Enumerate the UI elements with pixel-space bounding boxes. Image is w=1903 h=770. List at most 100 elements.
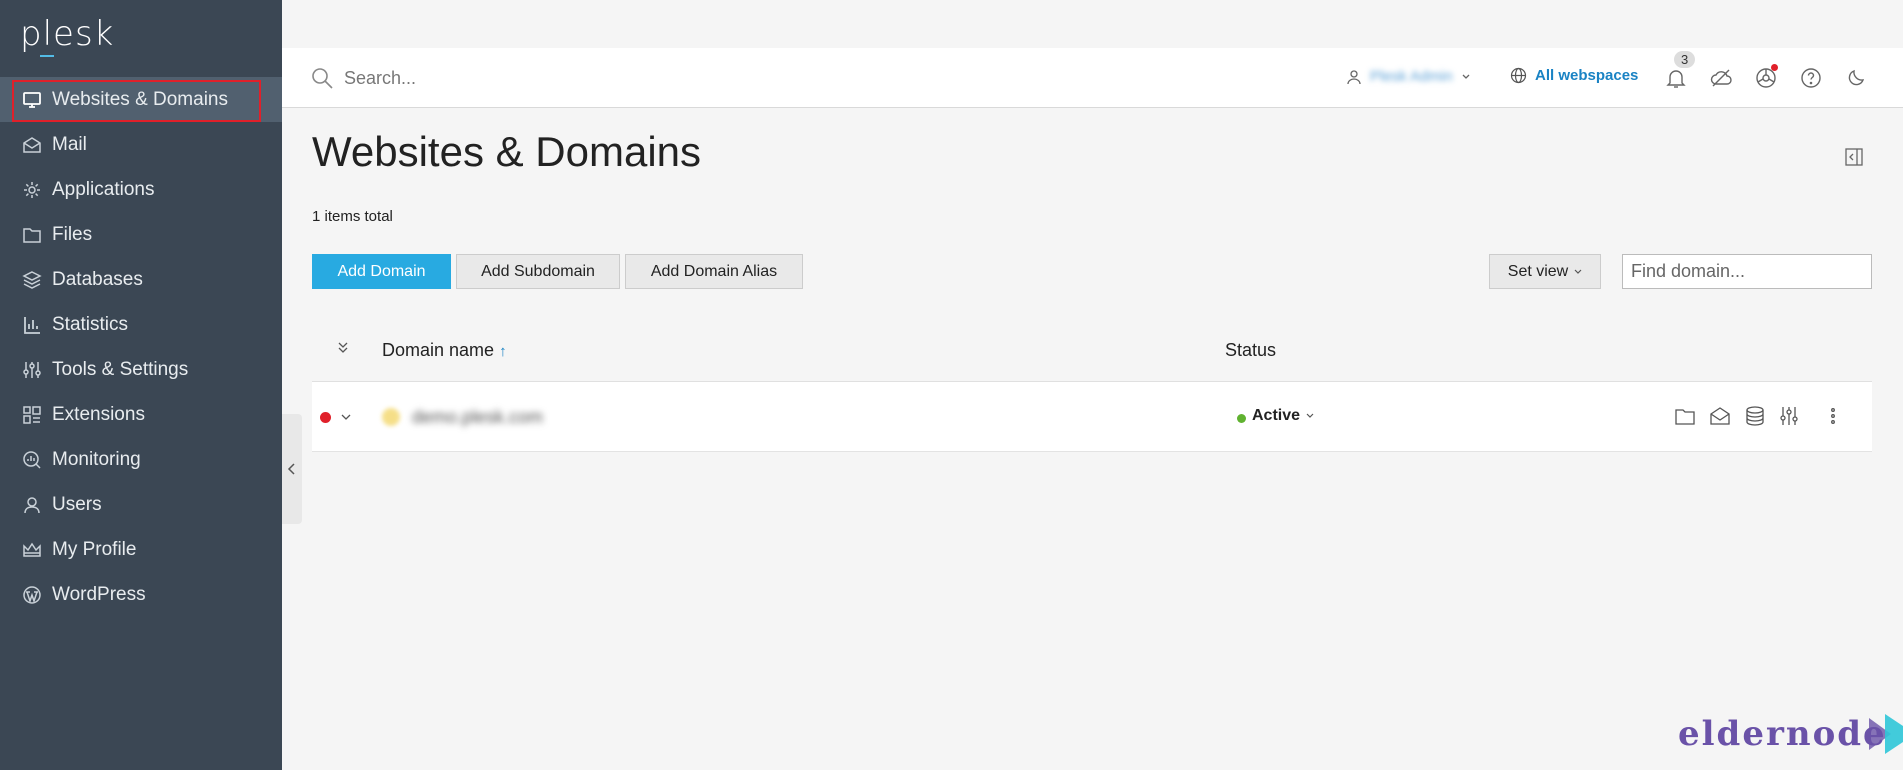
sidebar-item-tools-settings[interactable]: Tools & Settings bbox=[0, 347, 282, 392]
sidebar-item-my-profile[interactable]: My Profile bbox=[0, 527, 282, 572]
domain-favicon bbox=[382, 408, 400, 426]
sidebar-item-monitoring[interactable]: Monitoring bbox=[0, 437, 282, 482]
layers-icon bbox=[22, 270, 42, 289]
user-name: Plesk Admin bbox=[1370, 68, 1453, 85]
double-chevron-down-icon bbox=[338, 342, 348, 353]
webspaces-label: All webspaces bbox=[1535, 67, 1639, 84]
domain-status-label: Active bbox=[1252, 407, 1301, 424]
status-column-header: Status bbox=[1225, 340, 1277, 360]
gear-icon bbox=[24, 181, 40, 198]
items-total-count: 1 items total bbox=[312, 208, 393, 225]
globe-icon bbox=[1510, 67, 1527, 84]
settings-button[interactable] bbox=[1778, 405, 1802, 429]
sidebar-item-label: Databases bbox=[52, 268, 143, 290]
domain-name-link[interactable]: demo.plesk.com bbox=[412, 407, 543, 428]
database-icon bbox=[1746, 406, 1764, 426]
sidebar-item-label: Monitoring bbox=[52, 448, 141, 470]
envelope-icon bbox=[1710, 407, 1730, 425]
sidebar-item-label: Mail bbox=[52, 133, 87, 155]
global-search bbox=[310, 66, 644, 90]
add-subdomain-button[interactable]: Add Subdomain bbox=[456, 254, 620, 289]
plesk-logo[interactable]: plesk bbox=[20, 14, 114, 54]
more-actions-button[interactable] bbox=[1822, 405, 1846, 429]
add-domain-button[interactable]: Add Domain bbox=[312, 254, 451, 289]
table-header: Domain name ↑ Status bbox=[312, 316, 1872, 382]
set-view-label: Set view bbox=[1507, 262, 1569, 280]
search-input[interactable] bbox=[344, 67, 644, 89]
cloud-off-icon bbox=[1710, 69, 1732, 87]
wordpress-icon bbox=[23, 585, 41, 604]
sidebar-item-label: Applications bbox=[52, 178, 155, 200]
sidebar-item-label: My Profile bbox=[52, 538, 137, 560]
sidebar-item-files[interactable]: Files bbox=[0, 212, 282, 257]
webspaces-selector[interactable]: All webspaces bbox=[1510, 67, 1638, 84]
eldernode-watermark: eldernode bbox=[1678, 712, 1903, 756]
sidebar-item-users[interactable]: Users bbox=[0, 482, 282, 527]
find-domain-field bbox=[1622, 254, 1872, 289]
expand-all-button[interactable] bbox=[337, 340, 349, 359]
envelope-icon bbox=[23, 136, 41, 153]
sliders-icon bbox=[1780, 407, 1798, 425]
crown-icon bbox=[23, 542, 41, 557]
chevron-left-icon bbox=[287, 463, 295, 475]
find-domain-input[interactable] bbox=[1631, 261, 1863, 282]
theme-toggle-button[interactable] bbox=[1844, 66, 1868, 90]
user-menu[interactable]: Plesk Admin bbox=[1346, 68, 1471, 85]
sort-ascending-icon: ↑ bbox=[499, 343, 507, 360]
advisor-alert-dot bbox=[1771, 64, 1778, 71]
sidebar-item-label: Tools & Settings bbox=[52, 358, 189, 380]
cloud-button[interactable] bbox=[1709, 66, 1733, 90]
domain-status-indicator bbox=[320, 412, 331, 423]
notifications-button[interactable] bbox=[1664, 66, 1688, 90]
sidebar-item-label: Statistics bbox=[52, 313, 129, 335]
sidebar-item-applications[interactable]: Applications bbox=[0, 167, 282, 212]
folder-icon bbox=[23, 227, 41, 243]
domain-status-dropdown[interactable]: Active bbox=[1252, 407, 1314, 425]
bell-icon bbox=[1666, 70, 1686, 88]
sidebar-item-label: Websites & Domains bbox=[52, 88, 228, 110]
help-button[interactable] bbox=[1799, 66, 1823, 90]
folder-icon bbox=[1675, 409, 1695, 425]
sidebar-item-wordpress[interactable]: WordPress bbox=[0, 572, 282, 617]
chevron-down-icon bbox=[1306, 413, 1314, 418]
sidebar-item-mail[interactable]: Mail bbox=[0, 122, 282, 167]
user-icon bbox=[24, 496, 40, 513]
add-domain-alias-button[interactable]: Add Domain Alias bbox=[625, 254, 803, 289]
monitoring-icon bbox=[23, 450, 41, 469]
mail-button[interactable] bbox=[1709, 405, 1733, 429]
sidebar-item-label: WordPress bbox=[52, 583, 146, 605]
domain-name-column-label: Domain name bbox=[382, 340, 495, 360]
sidebar-item-websites-domains[interactable]: Websites & Domains bbox=[0, 77, 282, 122]
kebab-menu-icon bbox=[1831, 408, 1835, 424]
domain-name-column-header[interactable]: Domain name ↑ bbox=[382, 340, 507, 361]
file-manager-button[interactable] bbox=[1674, 405, 1698, 429]
chevron-down-icon bbox=[341, 414, 351, 420]
table-row: demo.plesk.com Active bbox=[312, 382, 1872, 452]
sidebar-item-label: Users bbox=[52, 493, 102, 515]
sidebar-item-statistics[interactable]: Statistics bbox=[0, 302, 282, 347]
sidebar: plesk Websites & Domains Mail Applicatio… bbox=[0, 0, 282, 770]
expand-row-button[interactable] bbox=[340, 409, 352, 427]
active-status-dot bbox=[1237, 414, 1246, 423]
chevron-down-icon bbox=[1574, 269, 1582, 274]
moon-icon bbox=[1848, 69, 1865, 86]
page-title: Websites & Domains bbox=[312, 128, 702, 175]
extensions-icon bbox=[23, 405, 41, 424]
bar-chart-icon bbox=[24, 316, 40, 334]
sidebar-item-extensions[interactable]: Extensions bbox=[0, 392, 282, 437]
sidebar-nav: Websites & Domains Mail Applications Fil… bbox=[0, 77, 282, 617]
sidebar-item-databases[interactable]: Databases bbox=[0, 257, 282, 302]
set-view-dropdown[interactable]: Set view bbox=[1489, 254, 1601, 289]
toggle-side-panel-button[interactable] bbox=[1845, 148, 1863, 171]
sidebar-collapse-button[interactable] bbox=[282, 414, 302, 524]
sliders-icon bbox=[23, 361, 41, 378]
help-icon bbox=[1801, 68, 1821, 88]
panel-collapse-icon bbox=[1845, 148, 1863, 166]
notification-count-badge: 3 bbox=[1674, 51, 1696, 68]
databases-button[interactable] bbox=[1744, 405, 1768, 429]
search-icon bbox=[312, 68, 333, 89]
chevron-down-icon bbox=[1462, 74, 1470, 79]
sidebar-item-label: Extensions bbox=[52, 403, 145, 425]
top-header: Plesk Admin All webspaces 3 bbox=[282, 48, 1903, 108]
sidebar-item-label: Files bbox=[52, 223, 93, 245]
